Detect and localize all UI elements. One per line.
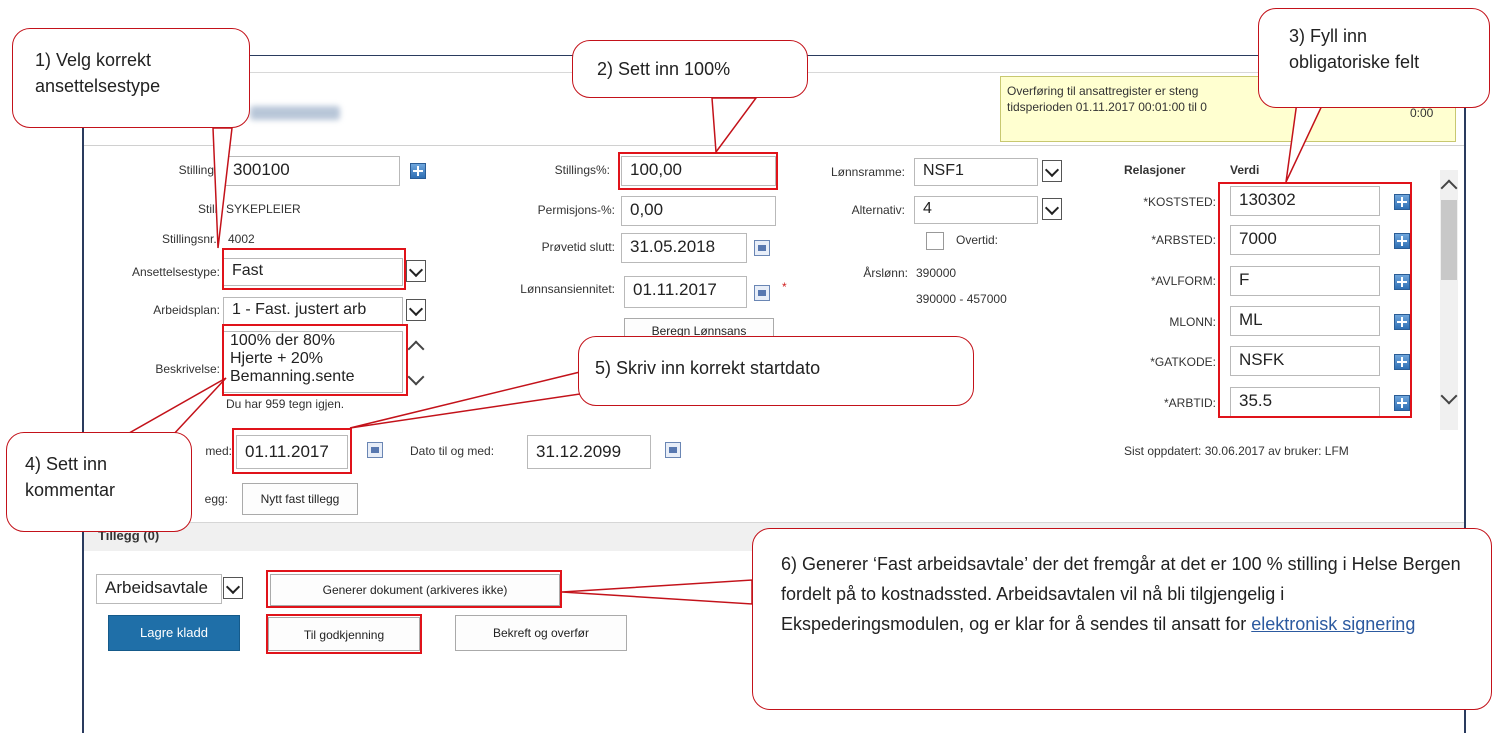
callout-4: 4) Sett inn kommentar [6,432,192,532]
elektronisk-signering-link[interactable]: elektronisk signering [1251,614,1415,634]
callout-3: 3) Fyll inn obligatoriske felt [1258,8,1490,108]
callout-5: 5) Skriv inn korrekt startdato [578,336,974,406]
callout-6: 6) Generer ‘Fast arbeidsavtale’ der det … [752,528,1492,710]
pointer-5 [349,371,581,429]
pointer-1 [212,127,233,249]
pointer-2 [711,97,758,155]
pointer-4 [121,377,227,437]
callout-1: 1) Velg korrekt ansettelsestype [12,28,250,128]
pointer-6 [561,579,753,605]
callout-2: 2) Sett inn 100% [572,40,808,98]
